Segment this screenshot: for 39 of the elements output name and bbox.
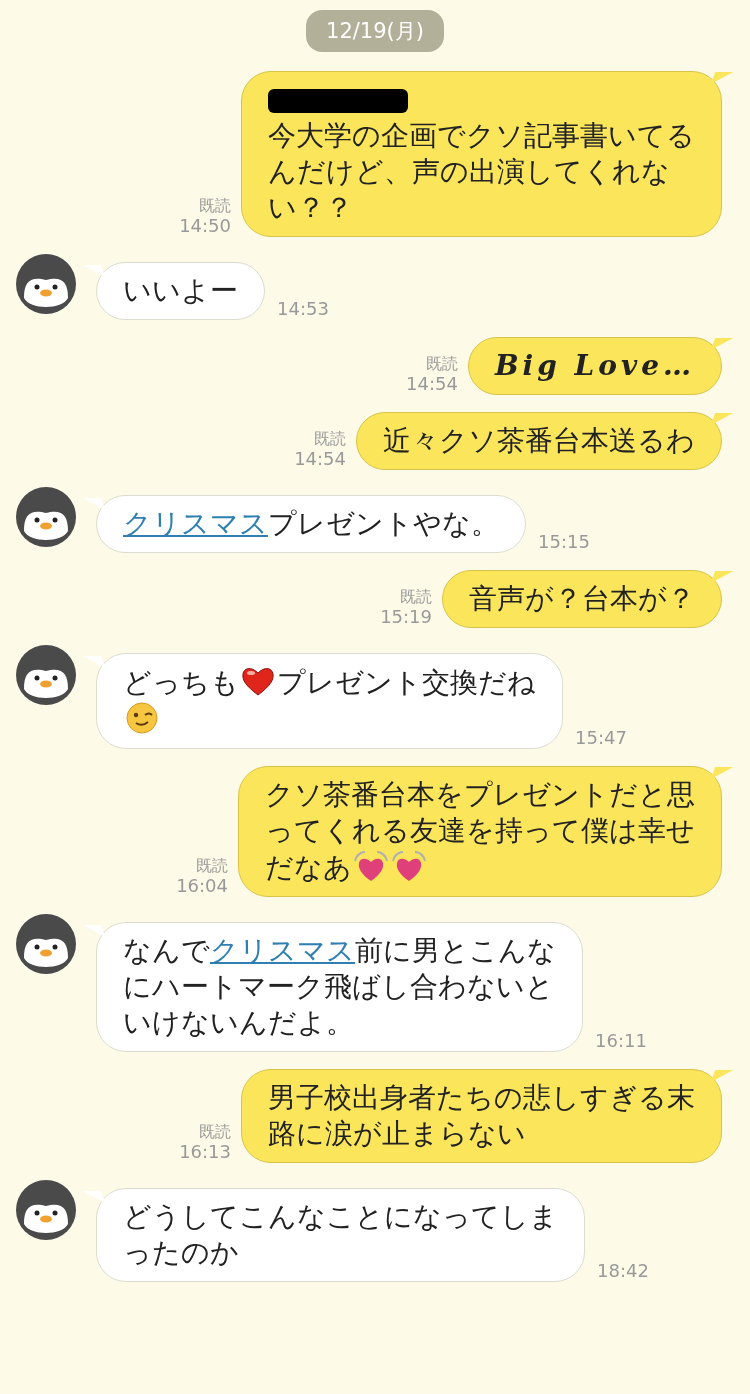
- read-receipt: 既読: [196, 856, 228, 876]
- message-text: どうしてこんなことになってしま ったのか: [123, 1199, 558, 1271]
- read-receipt: 既読: [425, 354, 458, 374]
- message-text: いいよー: [123, 273, 238, 309]
- beating-heart-icon: [354, 849, 388, 883]
- penguin-avatar: [16, 645, 76, 705]
- read-receipt: 既読: [400, 587, 432, 607]
- timestamp: 14:54: [294, 448, 346, 470]
- penguin-avatar: [16, 254, 76, 314]
- timestamp: 14:50: [179, 215, 231, 237]
- penguin-avatar: [16, 487, 76, 547]
- timestamp: 18:42: [597, 1260, 649, 1282]
- beating-heart-icon: [392, 849, 426, 883]
- message-text: Big Love…: [494, 348, 695, 384]
- message-text: クソ茶番台本をプレゼントだと思 ってくれる友達を持って僕は幸せ だなあ: [265, 777, 695, 886]
- timestamp: 16:04: [176, 875, 228, 897]
- read-receipt: 既読: [199, 1122, 231, 1142]
- winking-face-icon: [125, 701, 159, 735]
- timestamp: 15:15: [538, 531, 590, 553]
- timestamp: 16:11: [595, 1030, 647, 1052]
- timestamp: 14:54: [406, 373, 458, 395]
- message-text: 音声が？台本が？: [469, 581, 695, 617]
- message-text: 男子校出身者たちの悲しすぎる末 路に涙が止まらない: [268, 1080, 695, 1152]
- date-label: 12/19(月): [306, 10, 444, 52]
- penguin-avatar: [16, 1180, 76, 1240]
- read-receipt: 既読: [199, 196, 231, 216]
- timestamp: 15:19: [380, 606, 432, 628]
- timestamp: 15:47: [575, 727, 627, 749]
- message-text: 今大学の企画でクソ記事書いてる んだけど、声の出演してくれな い？？: [268, 82, 695, 226]
- message-text: なんでクリスマス前に男とこんな にハートマーク飛ばし合わないと いけないんだよ。: [123, 933, 556, 1041]
- timestamp: 14:53: [277, 298, 329, 320]
- message-text: クリスマス プレゼントやな。: [123, 506, 499, 542]
- timestamp: 16:13: [179, 1141, 231, 1163]
- read-receipt: 既読: [314, 429, 346, 449]
- message-text: 近々クソ茶番台本送るわ: [383, 423, 695, 459]
- message-text: どっちも プレゼント交換だね: [123, 664, 536, 738]
- link[interactable]: クリスマス: [123, 507, 268, 540]
- penguin-avatar: [16, 914, 76, 974]
- link[interactable]: クリスマス: [210, 934, 355, 967]
